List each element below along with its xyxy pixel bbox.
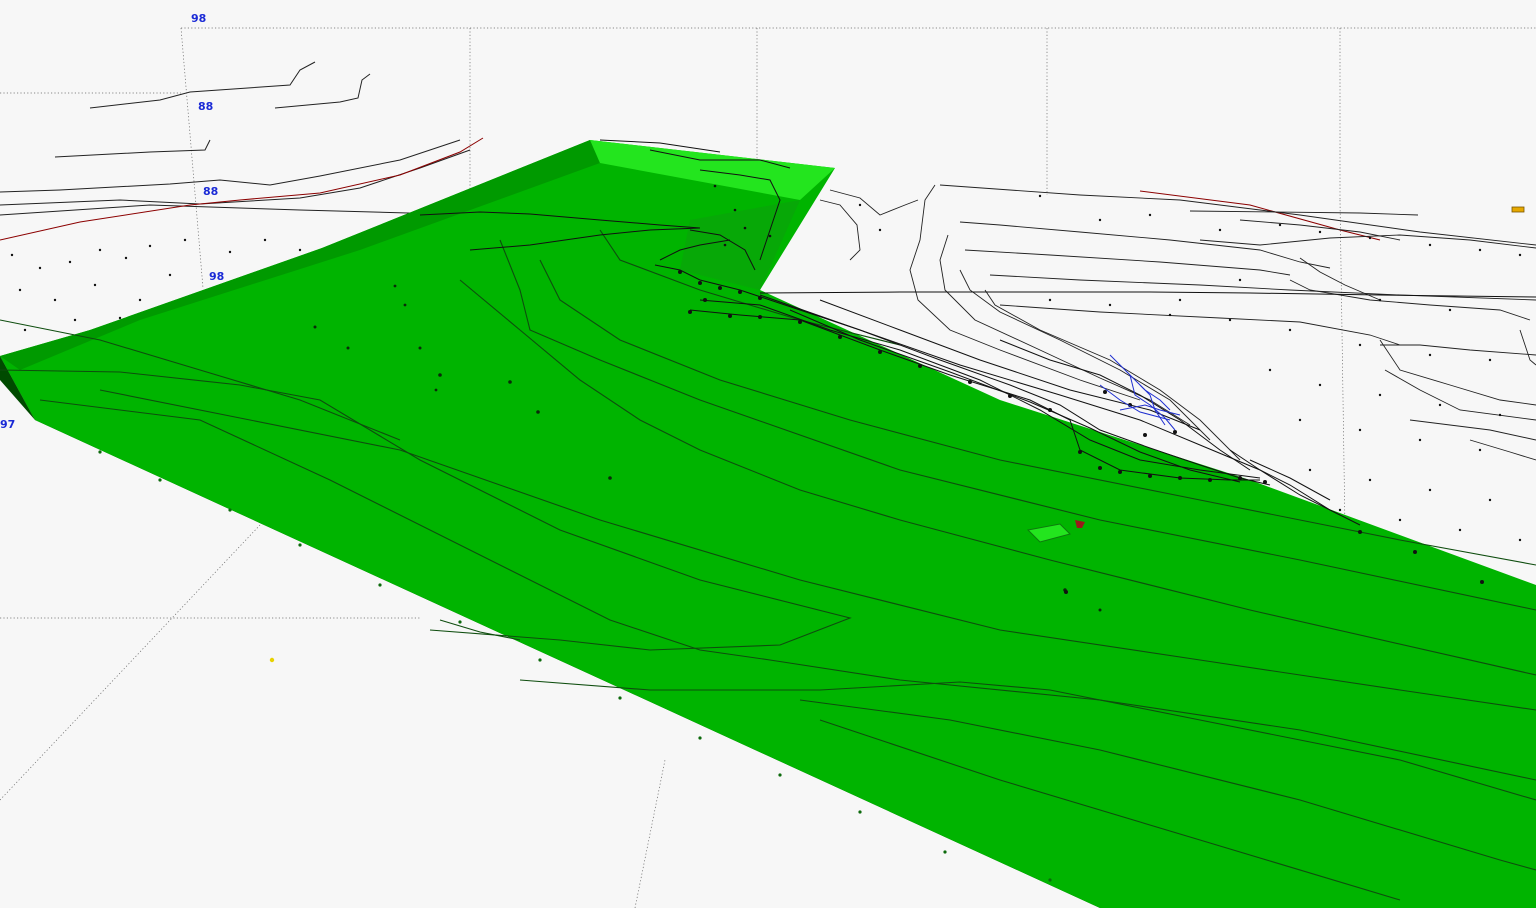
- marker-yellow-dot: [269, 657, 275, 663]
- 3d-viewport[interactable]: 98 88 88 98 97: [0, 0, 1536, 908]
- axis-label-lower: 98: [209, 270, 224, 283]
- axis-label-left: 97: [0, 418, 15, 431]
- axis-label-upper: 88: [198, 100, 213, 113]
- marker-orange-tag: [1511, 206, 1525, 213]
- axis-label-middle: 88: [203, 185, 218, 198]
- axis-label-top: 98: [191, 12, 206, 25]
